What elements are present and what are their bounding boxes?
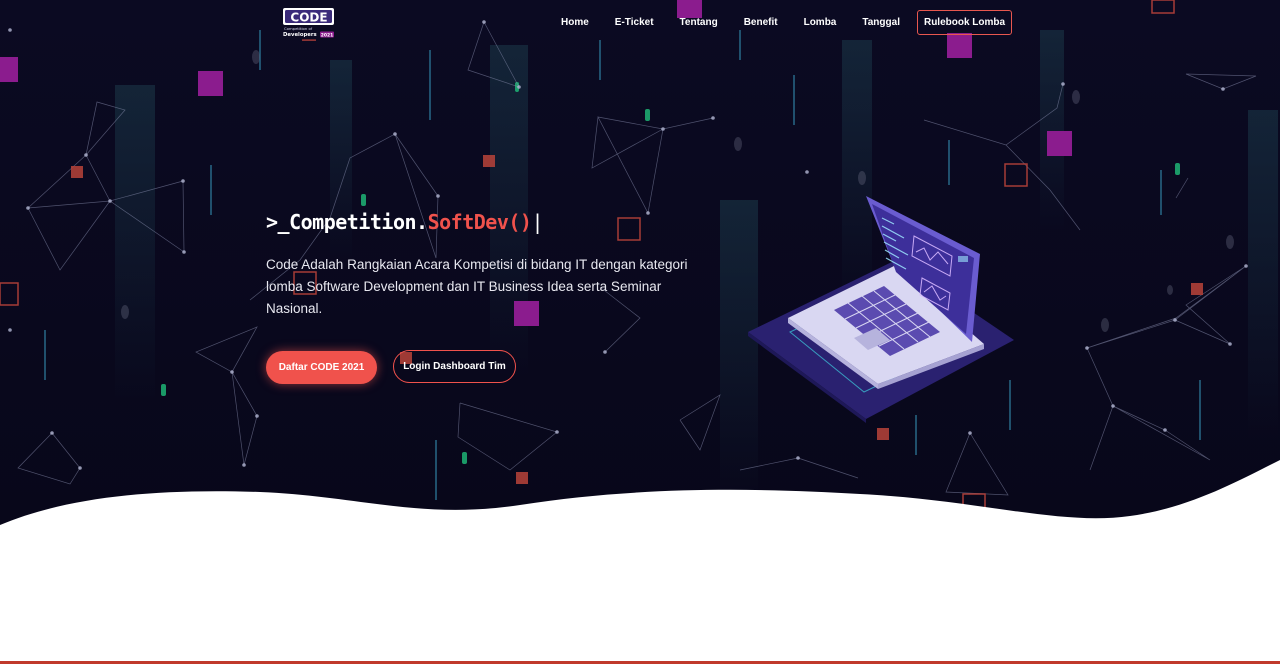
headline-accent: SoftDev() xyxy=(427,210,532,234)
logo-line1: Competition of xyxy=(284,26,313,31)
hero-headline: >_Competition.SoftDev()| xyxy=(266,210,543,234)
register-button[interactable]: Daftar CODE 2021 xyxy=(266,351,377,384)
code-logo[interactable]: CODE Competition of Developers 2021 xyxy=(280,4,338,42)
logo-word: CODE xyxy=(290,11,327,25)
headline-cursor: | xyxy=(531,210,543,234)
nav-item-benefit[interactable]: Benefit xyxy=(731,17,791,28)
hero-section: CODE Competition of Developers 2021 Home… xyxy=(0,0,1280,664)
code-logo-icon: CODE Competition of Developers 2021 xyxy=(283,8,334,41)
nav-item-lomba[interactable]: Lomba xyxy=(791,17,850,28)
laptop-icon xyxy=(748,196,1014,423)
logo-line2: Developers xyxy=(283,32,317,38)
nav-item-tanggal[interactable]: Tanggal xyxy=(849,17,913,28)
login-dashboard-button[interactable]: Login Dashboard Tim xyxy=(393,350,516,383)
headline-prefix: >_Competition. xyxy=(266,210,428,234)
rulebook-button[interactable]: Rulebook Lomba xyxy=(916,9,1013,35)
laptop-illustration xyxy=(744,192,1018,424)
main-nav: Home E-Ticket Tentang Benefit Lomba Tang… xyxy=(548,8,1013,36)
nav-item-eticket[interactable]: E-Ticket xyxy=(602,17,667,28)
nav-item-home[interactable]: Home xyxy=(548,17,602,28)
hero-description: Code Adalah Rangkaian Acara Kompetisi di… xyxy=(266,257,688,316)
hero-background xyxy=(0,0,1280,664)
logo-year: 2021 xyxy=(321,32,334,38)
nav-item-tentang[interactable]: Tentang xyxy=(667,17,731,28)
